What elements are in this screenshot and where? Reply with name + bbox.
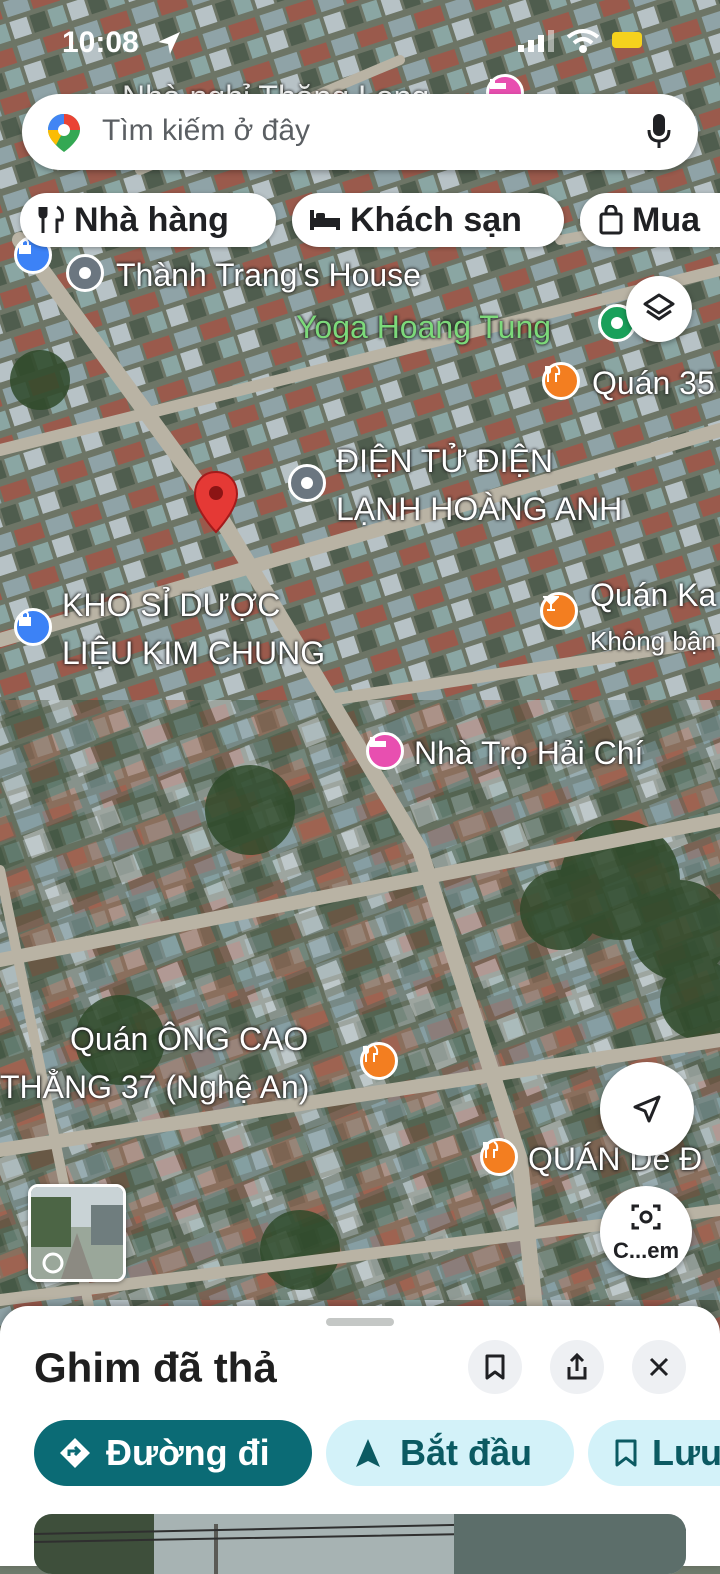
map-label-yoga[interactable]: Yoga Hoang Tung [296, 310, 551, 344]
save-label: Lưu [652, 1432, 720, 1473]
restaurant-marker-icon[interactable] [480, 1138, 518, 1176]
map-label-thanh-trang[interactable]: Thành Trang's House [116, 258, 421, 292]
place-photo-image [34, 1514, 686, 1574]
maps-logo-icon [48, 114, 80, 152]
directions-icon [60, 1438, 90, 1468]
chip-shopping[interactable]: Mua [580, 193, 720, 247]
fork-knife-icon [38, 205, 64, 233]
chip-label: Nhà hàng [74, 200, 229, 239]
dropped-pin-icon[interactable] [193, 470, 239, 534]
bar-marker-icon[interactable] [540, 592, 578, 630]
status-bar: 10:08 [0, 18, 720, 68]
place-marker-icon[interactable] [288, 464, 326, 502]
bookmark-icon [485, 1354, 505, 1380]
bookmark-button[interactable] [468, 1340, 522, 1394]
close-button[interactable] [632, 1340, 686, 1394]
place-marker-icon[interactable] [66, 254, 104, 292]
navigation-arrow-icon [633, 1095, 661, 1123]
layers-button[interactable] [626, 276, 692, 342]
bookmark-icon [615, 1439, 637, 1467]
map-label-kho-line2[interactable]: LIỆU KIM CHUNG [62, 636, 325, 670]
map-label-khong-ban: Không bận [590, 626, 716, 656]
share-button[interactable] [550, 1340, 604, 1394]
camera-button-label: C...em [612, 1238, 680, 1263]
category-chips: Nhà hàng Khách sạn Mua [0, 193, 720, 247]
layers-icon [643, 293, 675, 321]
directions-label: Đường đi [106, 1432, 270, 1473]
search-bar[interactable]: Tìm kiếm ở đây [22, 94, 698, 170]
chip-restaurants[interactable]: Nhà hàng [20, 193, 276, 247]
map-label-dien-tu-line1[interactable]: ĐIỆN TỬ ĐIỆN [336, 444, 553, 478]
directions-button[interactable]: Đường đi [34, 1420, 312, 1486]
street-view-image [31, 1187, 123, 1279]
my-location-button[interactable] [600, 1062, 694, 1156]
chip-label: Mua [632, 200, 700, 239]
battery-icon [612, 32, 642, 48]
street-view-thumbnail[interactable] [28, 1184, 126, 1282]
camera-search-button[interactable]: C...em [600, 1186, 692, 1278]
hotel-marker-icon[interactable] [366, 732, 404, 770]
microphone-icon[interactable] [646, 112, 672, 150]
map-label-kho-line1[interactable]: KHO SỈ DƯỢC [62, 588, 280, 622]
shop-marker-icon[interactable] [14, 608, 52, 646]
camera-lens-icon [631, 1204, 661, 1230]
place-bottom-sheet: Ghim đã thả Đường đi Bắt đầu Lưu [0, 1306, 720, 1574]
shopping-bag-icon [599, 205, 623, 235]
map-label-nha-tro[interactable]: Nhà Trọ Hải Chí [414, 736, 643, 770]
search-input[interactable]: Tìm kiếm ở đây [102, 114, 310, 148]
location-arrow-icon [158, 32, 180, 54]
drag-handle[interactable] [326, 1318, 394, 1326]
place-photo[interactable] [34, 1514, 686, 1574]
chip-label: Khách sạn [350, 200, 522, 239]
cellular-signal-icon [518, 30, 554, 52]
save-button[interactable]: Lưu [588, 1420, 720, 1486]
bed-icon [310, 210, 340, 230]
start-button[interactable]: Bắt đầu [326, 1420, 574, 1486]
wifi-icon [566, 29, 600, 53]
share-icon [567, 1353, 587, 1380]
close-icon [649, 1357, 669, 1377]
navigation-start-icon [356, 1439, 380, 1467]
map-label-quan-ka[interactable]: Quán Ka [590, 578, 716, 612]
chip-hotels[interactable]: Khách sạn [292, 193, 564, 247]
start-label: Bắt đầu [400, 1432, 533, 1473]
map-label-quan-de[interactable]: QUÁN Dê Đ [528, 1142, 702, 1176]
restaurant-marker-icon[interactable] [542, 362, 580, 400]
sheet-title: Ghim đã thả [34, 1344, 277, 1391]
map-label-ong-cao-line2[interactable]: THẲNG 37 (Nghệ An) [0, 1070, 309, 1104]
map-label-ong-cao-line1[interactable]: Quán ÔNG CAO [70, 1022, 308, 1056]
map-label-dien-tu-line2[interactable]: LẠNH HOÀNG ANH [336, 492, 622, 526]
restaurant-marker-icon[interactable] [360, 1042, 398, 1080]
map-label-quan35[interactable]: Quán 35 [592, 366, 715, 400]
status-time: 10:08 [62, 26, 139, 59]
